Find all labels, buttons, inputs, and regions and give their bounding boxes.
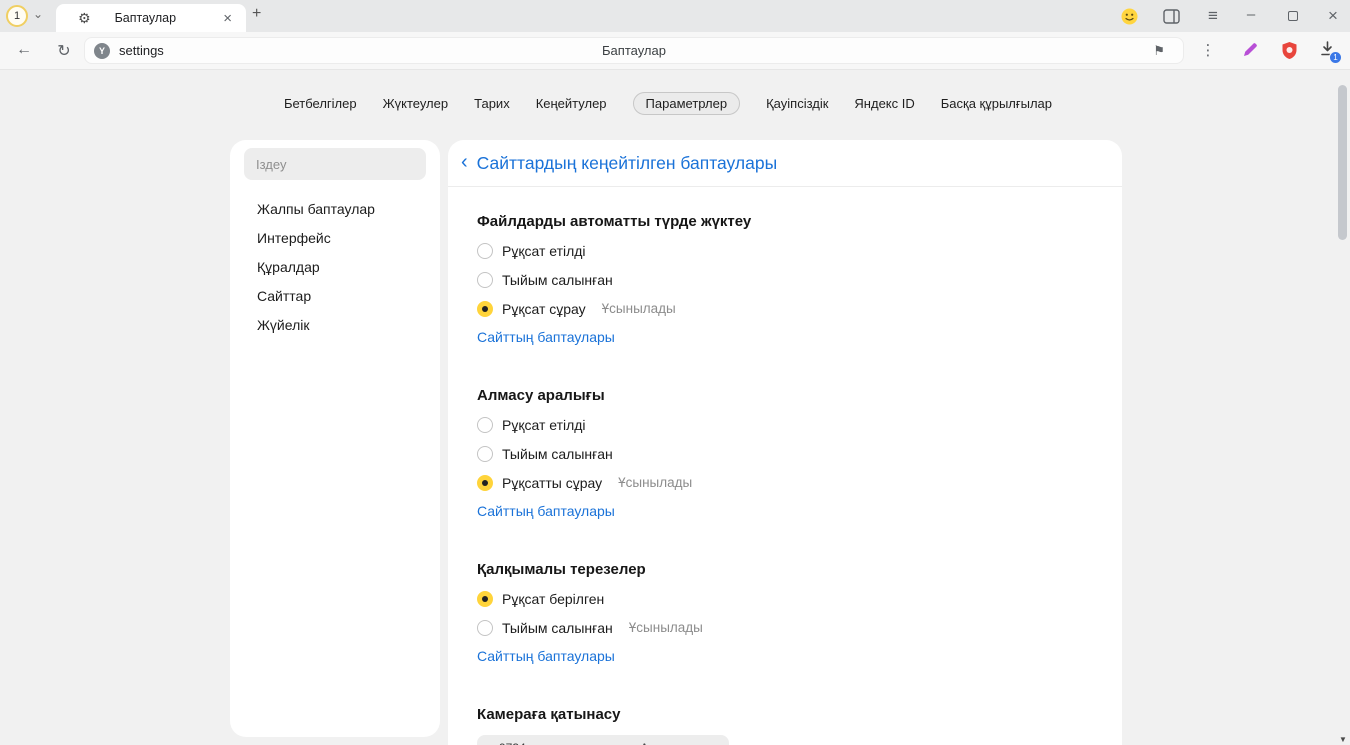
chevron-down-icon: ⌄ [710, 742, 719, 745]
radio-option[interactable]: Тыйым салынған Ұсынылады [477, 613, 1093, 642]
back-button[interactable]: ← [14, 41, 34, 59]
radio-label: Тыйым салынған [502, 620, 613, 636]
more-options-icon[interactable]: ⋮ [1198, 41, 1218, 59]
camera-select-value: cv9734_azurewave_camera Алдыңғы [487, 741, 704, 745]
sidebar-item-3[interactable]: Сайттар [230, 282, 440, 311]
section-title: Файлдарды автоматты түрде жүктеу [477, 207, 1093, 236]
radio-label: Рұқсат етілді [502, 243, 586, 259]
profile-chevron-icon[interactable]: ⌄ [33, 7, 43, 21]
nav-tab-5[interactable]: Қауіпсіздік [766, 92, 828, 115]
sections: Файлдарды автоматты түрде жүктеу Рұқсат е… [448, 187, 1122, 745]
sidebar-menu: Жалпы баптауларИнтерфейсҚұралдарСайттарЖ… [230, 195, 440, 340]
settings-page: Бетбелгілер Жүктеулер Тарих Кеңейтулер Парам… [0, 70, 1350, 745]
minimize-button[interactable]: – [1242, 5, 1260, 23]
tab-close-icon[interactable]: × [221, 10, 234, 27]
settings-section-0: Файлдарды автоматты түрде жүктеу Рұқсат е… [477, 207, 1093, 352]
radio-label: Тыйым салынған [502, 446, 613, 462]
radio-option[interactable]: Тыйым салынған [477, 439, 1093, 468]
download-count-badge: 1 [1329, 51, 1342, 64]
radio-label: Рұқсатты сұрау [502, 475, 602, 491]
site-settings-link[interactable]: Сайттың баптаулары [477, 497, 615, 526]
downloads-button[interactable]: 1 [1319, 40, 1336, 62]
nav-tab-6[interactable]: Яндекс ID [854, 92, 914, 115]
radio-option[interactable]: Рұқсатты сұрау Ұсынылады [477, 468, 1093, 497]
sidebar-item-1[interactable]: Интерфейс [230, 224, 440, 253]
settings-section-2: Қалқымалы терезелер Рұқсат берілген Тыйым … [477, 555, 1093, 671]
gear-icon: ⚙ [78, 10, 91, 27]
panel-title[interactable]: Сайттардың кеңейтілген баптаулары [477, 153, 778, 174]
radio-checked-icon[interactable] [477, 301, 493, 317]
nav-tab-3[interactable]: Кеңейтулер [536, 92, 607, 115]
settings-panel: ‹ Сайттардың кеңейтілген баптаулары Файл… [448, 140, 1122, 745]
reload-button[interactable]: ↻ [54, 41, 74, 61]
sidebar-item-2[interactable]: Құралдар [230, 253, 440, 282]
browser-tab-settings[interactable]: ⚙ Баптаулар × [56, 4, 246, 32]
radio-unchecked-icon[interactable] [477, 446, 493, 462]
nav-tab-7[interactable]: Басқа құрылғылар [941, 92, 1052, 115]
page-title: Баптаулар [85, 38, 1183, 63]
radio-unchecked-icon[interactable] [477, 272, 493, 288]
radio-label: Рұқсат берілген [502, 591, 604, 607]
scrollbar-thumb[interactable] [1338, 85, 1347, 240]
radio-option[interactable]: Рұқсат етілді [477, 236, 1093, 265]
back-chevron-icon[interactable]: ‹ [461, 152, 468, 172]
address-bar[interactable]: Y settings Баптаулар ⚑ [84, 37, 1184, 64]
camera-select[interactable]: cv9734_azurewave_camera Алдыңғы ⌄ [477, 735, 729, 745]
radio-checked-icon[interactable] [477, 591, 493, 607]
site-settings-link[interactable]: Сайттың баптаулары [477, 642, 615, 671]
side-panel-icon[interactable] [1162, 7, 1180, 25]
recommended-badge: Ұсынылады [618, 475, 692, 490]
recommended-badge: Ұсынылады [602, 301, 676, 316]
radio-option[interactable]: Рұқсат етілді [477, 410, 1093, 439]
new-tab-button[interactable]: + [252, 5, 261, 23]
site-icon: Y [94, 43, 110, 59]
section-title: Алмасу аралығы [477, 381, 1093, 410]
nav-tab-2[interactable]: Тарих [474, 92, 510, 115]
site-settings-link[interactable]: Сайттың баптаулары [477, 323, 615, 352]
address-toolbar: ← ↻ Y settings Баптаулар ⚑ ⋮ 1 [0, 32, 1350, 70]
section-title: Қалқымалы терезелер [477, 555, 1093, 584]
bookmark-flag-icon[interactable]: ⚑ [1153, 38, 1165, 63]
url-text[interactable]: settings [119, 38, 164, 63]
radio-option[interactable]: Тыйым салынған [477, 265, 1093, 294]
nav-tab-0[interactable]: Бетбелгілер [284, 92, 357, 115]
tab-title: Баптаулар [115, 11, 222, 25]
panel-header[interactable]: ‹ Сайттардың кеңейтілген баптаулары [448, 140, 1122, 187]
radio-dot [482, 596, 488, 602]
radio-unchecked-icon[interactable] [477, 243, 493, 259]
nav-tab-1[interactable]: Жүктеулер [383, 92, 449, 115]
maximize-button[interactable] [1284, 7, 1302, 25]
scrollbar[interactable]: ▼ [1336, 70, 1350, 745]
recommended-badge: Ұсынылады [629, 620, 703, 635]
mood-smiley-icon[interactable] [1120, 7, 1138, 25]
radio-option[interactable]: Рұқсат сұрау Ұсынылады [477, 294, 1093, 323]
nav-tab-4[interactable]: Параметрлер [633, 92, 741, 115]
radio-label: Тыйым салынған [502, 272, 613, 288]
radio-dot [482, 306, 488, 312]
close-window-button[interactable]: × [1324, 7, 1342, 25]
settings-section-3: Камераға қатынасу cv9734_azurewave_camera… [477, 700, 1093, 745]
radio-label: Рұқсат сұрау [502, 301, 586, 317]
sidebar-item-4[interactable]: Жүйелік [230, 311, 440, 340]
settings-sidebar: Жалпы баптауларИнтерфейсҚұралдарСайттарЖ… [230, 140, 440, 737]
search-input[interactable] [244, 148, 426, 180]
radio-unchecked-icon[interactable] [477, 620, 493, 636]
radio-unchecked-icon[interactable] [477, 417, 493, 433]
radio-dot [482, 480, 488, 486]
radio-label: Рұқсат етілді [502, 417, 586, 433]
profile-avatar[interactable]: 1 [6, 5, 28, 27]
edit-pen-icon[interactable] [1241, 41, 1259, 64]
radio-option[interactable]: Рұқсат берілген [477, 584, 1093, 613]
settings-nav: Бетбелгілер Жүктеулер Тарих Кеңейтулер Парам… [0, 92, 1336, 115]
browser-menu-icon[interactable]: ≡ [1204, 7, 1222, 25]
protect-shield-icon[interactable] [1281, 41, 1298, 65]
browser-window: 1 ⌄ ⚙ Баптаулар × + ≡ – × ← [0, 0, 1350, 745]
scroll-down-arrow-icon[interactable]: ▼ [1336, 735, 1350, 744]
maximize-icon [1288, 11, 1298, 21]
settings-section-1: Алмасу аралығы Рұқсат етілді Тыйым салынға… [477, 381, 1093, 526]
section-title: Камераға қатынасу [477, 700, 1093, 729]
sidebar-item-0[interactable]: Жалпы баптаулар [230, 195, 440, 224]
radio-checked-icon[interactable] [477, 475, 493, 491]
tab-strip: 1 ⌄ ⚙ Баптаулар × + ≡ – × [0, 0, 1350, 32]
